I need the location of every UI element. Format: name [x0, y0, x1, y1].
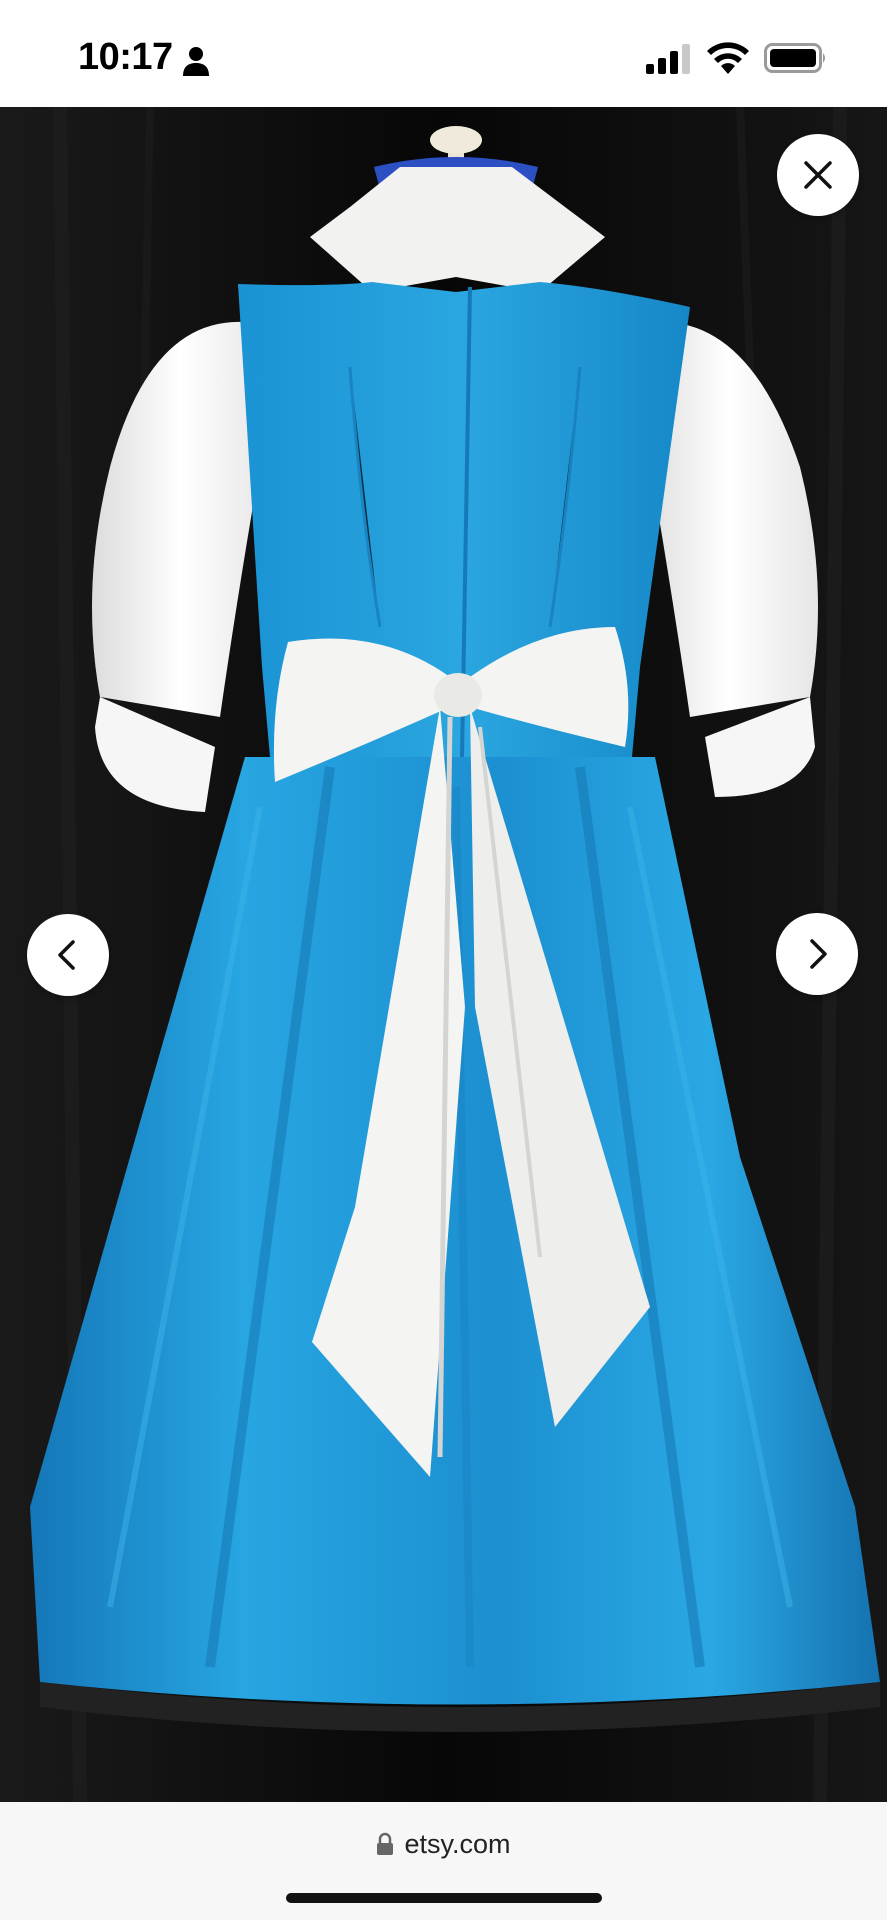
wifi-icon: [707, 42, 749, 74]
close-icon: [804, 161, 832, 189]
cellular-signal-icon: [646, 44, 690, 74]
status-bar: 10:17: [0, 0, 887, 107]
home-indicator: [286, 1893, 602, 1903]
battery-icon: [764, 43, 825, 73]
person-icon: [183, 47, 209, 76]
close-button[interactable]: [777, 134, 859, 216]
lock-icon: [377, 1832, 394, 1855]
next-image-button[interactable]: [776, 913, 858, 995]
product-photo: [0, 107, 887, 1802]
url-text: etsy.com: [404, 1828, 511, 1859]
status-time: 10:17: [78, 36, 173, 78]
previous-image-button[interactable]: [27, 914, 109, 996]
photo-viewer[interactable]: [0, 107, 887, 1802]
chevron-left-icon: [58, 940, 75, 970]
url-display[interactable]: etsy.com: [0, 1824, 887, 1864]
chevron-right-icon: [810, 939, 827, 969]
